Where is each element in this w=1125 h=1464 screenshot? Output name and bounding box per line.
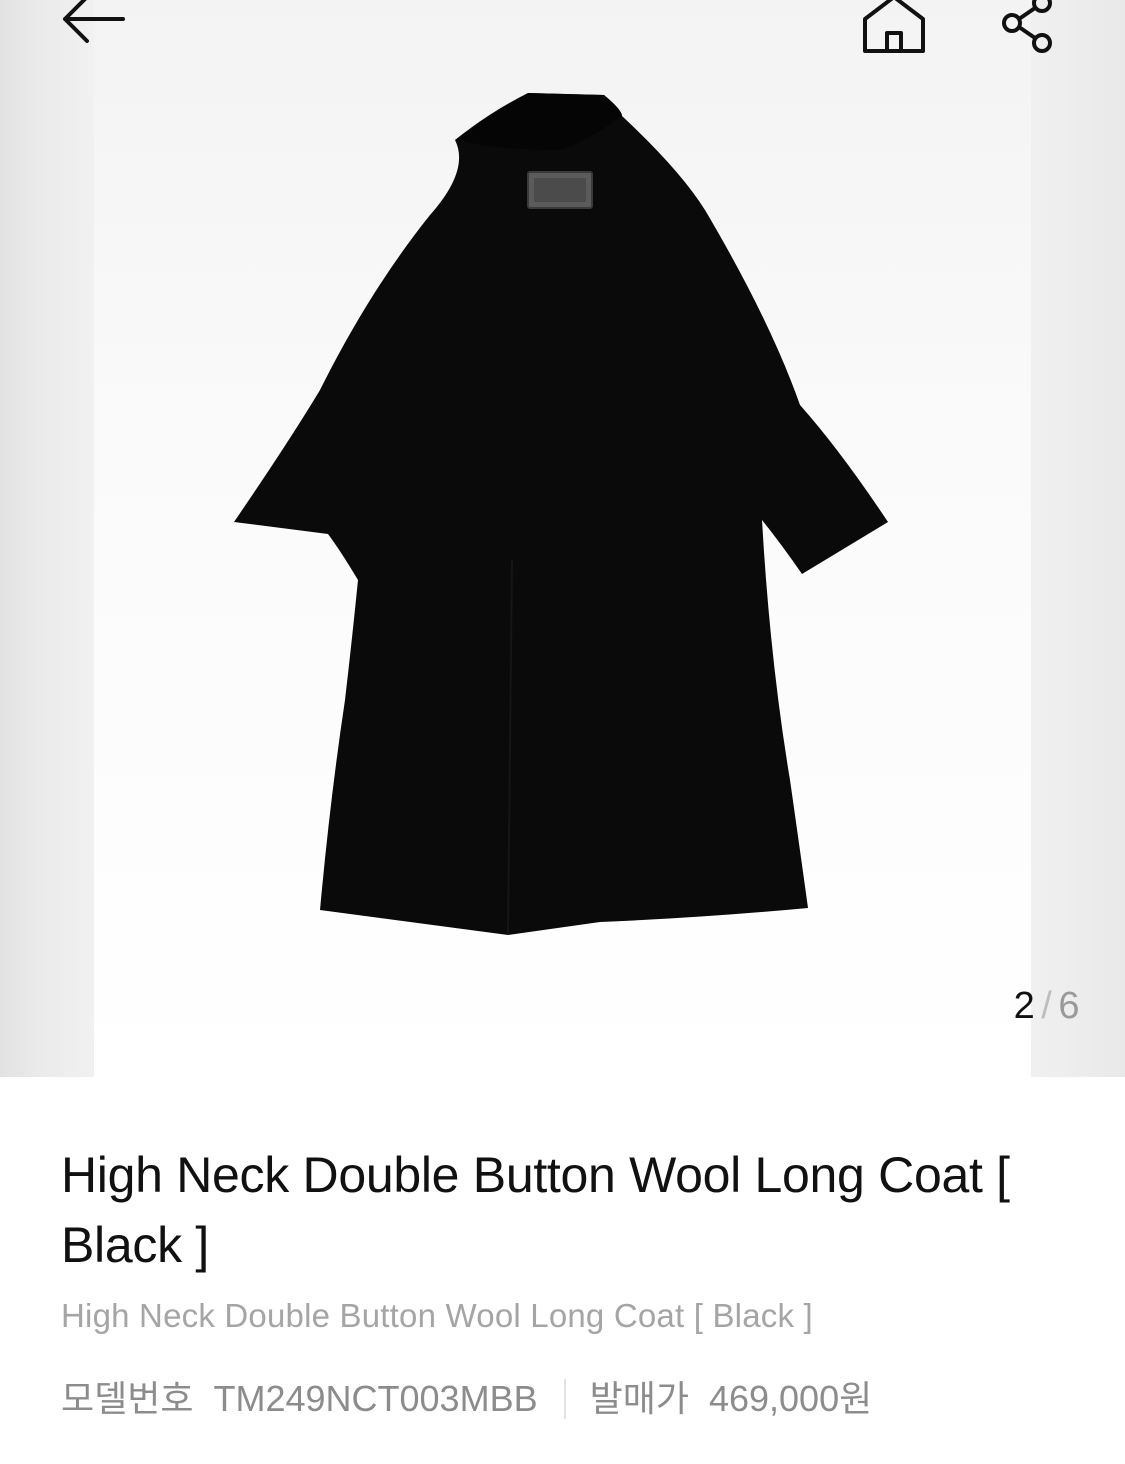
back-button[interactable] [50, 0, 134, 56]
share-button[interactable] [990, 0, 1066, 60]
meta-divider [563, 1379, 566, 1419]
current-image-index: 2 [1013, 985, 1036, 1027]
product-subtitle: High Neck Double Button Wool Long Coat [… [61, 1297, 813, 1334]
image-counter: 2/6 [960, 982, 1080, 1030]
product-image-gallery[interactable]: 2/6 [0, 0, 1125, 1077]
coat-body [234, 93, 888, 935]
share-icon [1002, 0, 1052, 53]
total-image-count: 6 [1058, 985, 1080, 1027]
product-meta: 모델번호 TM249NCT003MBB 발매가 469,000원 [61, 1376, 1061, 1422]
counter-separator: / [1041, 985, 1053, 1027]
coat-label-inner [534, 178, 586, 202]
model-number-value: TM249NCT003MBB [213, 1378, 538, 1419]
product-title: High Neck Double Button Wool Long Coat [… [61, 1147, 1010, 1273]
home-icon [863, 0, 925, 53]
product-page: 2/6 High Neck Double Button Wool Long Co… [0, 0, 1125, 1464]
model-number-label: 모델번호 [61, 1378, 194, 1419]
release-price-value: 469,000원 [708, 1378, 873, 1419]
product-info: High Neck Double Button Wool Long Coat [… [61, 1140, 1061, 1422]
arrow-left-icon [63, 0, 125, 43]
release-price-label: 발매가 [589, 1378, 689, 1419]
coat-image [234, 93, 888, 936]
home-button[interactable] [852, 0, 936, 60]
